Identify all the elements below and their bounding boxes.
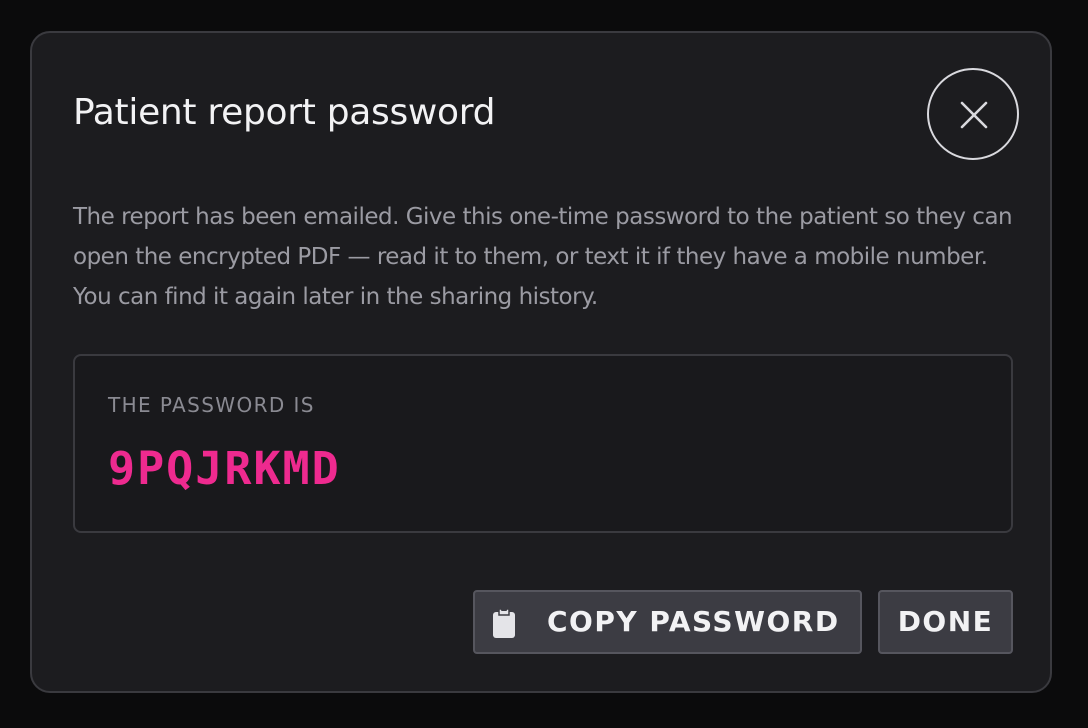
done-button[interactable]: DONE [878, 590, 1013, 654]
close-icon [960, 101, 988, 129]
copy-password-label: COPY PASSWORD [547, 605, 840, 638]
done-label: DONE [897, 605, 994, 638]
dialog-title: Patient report password [73, 92, 496, 133]
password-dialog: Patient report password The report has b… [30, 31, 1052, 693]
password-panel: THE PASSWORD IS 9PQJRKMD [73, 354, 1013, 533]
password-value: 9PQJRKMD [108, 442, 341, 495]
copy-password-button[interactable]: COPY PASSWORD [473, 590, 862, 654]
password-label: THE PASSWORD IS [108, 393, 315, 417]
clipboard-icon [493, 608, 515, 638]
close-button[interactable] [927, 68, 1019, 160]
dialog-description: The report has been emailed. Give this o… [73, 204, 1013, 310]
